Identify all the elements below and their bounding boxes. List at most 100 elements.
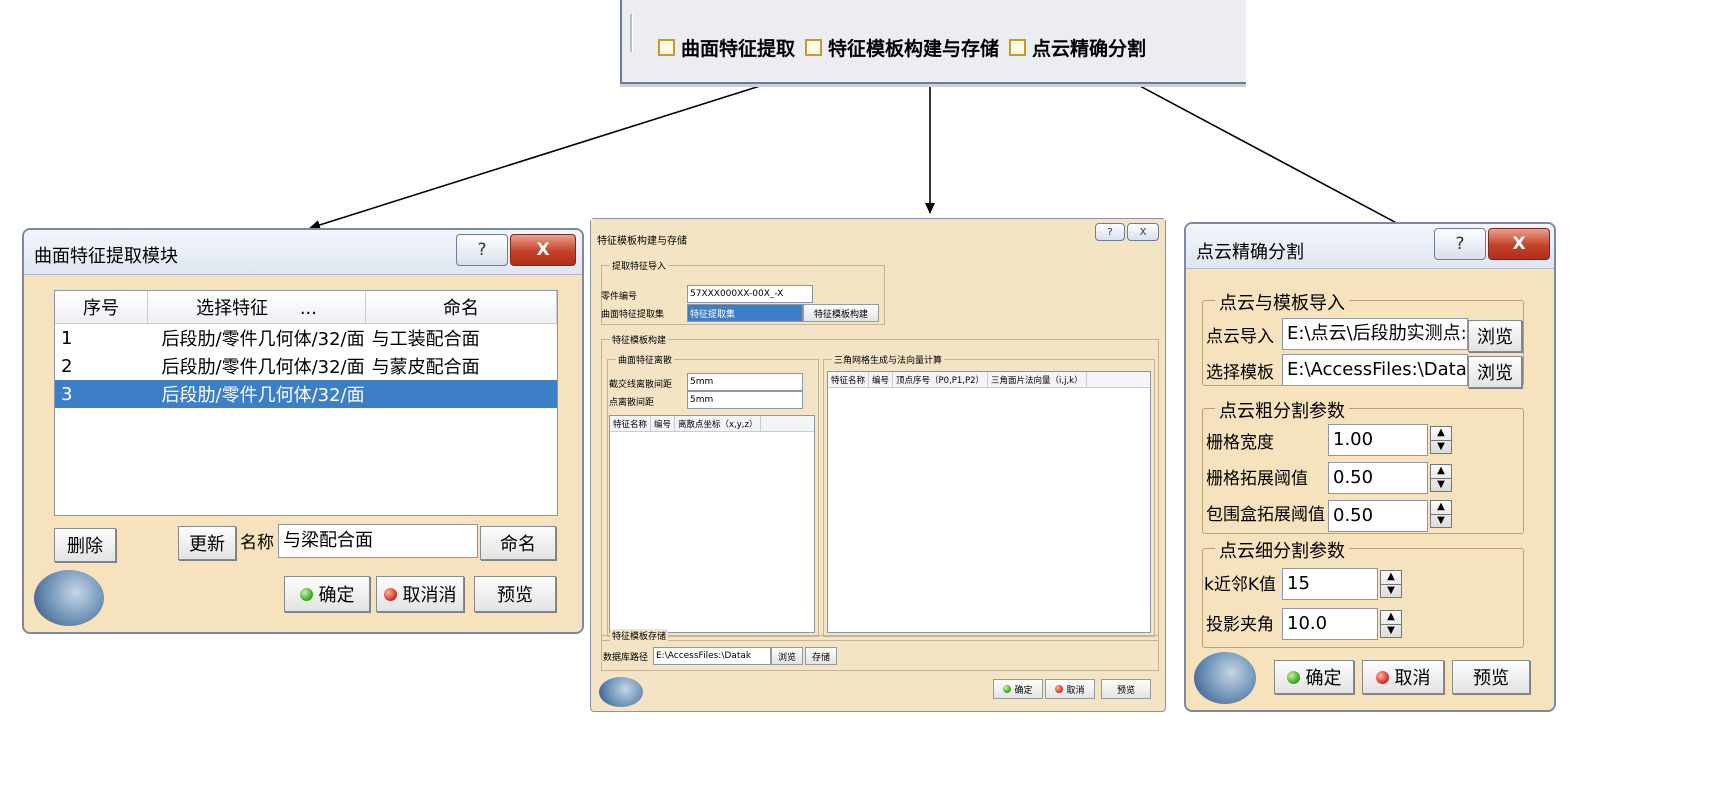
title-bar[interactable]: 特征模板构建与存储 ? X: [591, 219, 1165, 253]
column-feature-name[interactable]: 特征名称: [828, 372, 870, 387]
column-feature-label: 选择特征: [196, 298, 269, 319]
angle-field[interactable]: 10.0: [1282, 608, 1378, 640]
title-bar[interactable]: 曲面特征提取模块 ? X: [24, 230, 582, 275]
ok-label: 确定: [1014, 685, 1033, 696]
toolbar-item-point-cloud-segmentation[interactable]: 点云精确分割: [1009, 34, 1146, 61]
group-title: 特征模板存储: [610, 629, 669, 642]
group-title: 点云细分割参数: [1215, 537, 1349, 563]
column-number[interactable]: 编号: [651, 416, 676, 431]
update-button[interactable]: 更新: [178, 526, 236, 560]
bbox-expand-field[interactable]: 0.50: [1328, 500, 1428, 532]
list-row-selected[interactable]: 3 后段肋/零件几何体/32/面: [55, 380, 557, 408]
ok-button[interactable]: 确定: [993, 679, 1043, 699]
column-number[interactable]: 编号: [869, 372, 894, 387]
cancel-button[interactable]: 取消: [1362, 660, 1444, 694]
help-button[interactable]: ?: [1434, 228, 1486, 260]
group-title: 点云粗分割参数: [1215, 397, 1349, 423]
toolbar-item-surface-extraction[interactable]: 曲面特征提取: [658, 34, 795, 61]
grid-width-stepper[interactable]: ▲ ▼: [1430, 426, 1452, 454]
discrete-point-table[interactable]: 特征名称 编号 离散点坐标（x,y,z）: [609, 415, 815, 633]
grid-expand-label: 栅格拓展阈值: [1206, 469, 1308, 489]
cancel-button[interactable]: 取消: [1045, 679, 1095, 699]
point-cloud-segmentation-icon: [1009, 39, 1027, 56]
title-bar[interactable]: 点云精确分割 ? X: [1186, 224, 1554, 269]
help-button[interactable]: ?: [1095, 223, 1125, 241]
preview-button[interactable]: 预览: [1452, 660, 1530, 694]
toolbar-item-label: 点云精确分割: [1032, 38, 1147, 60]
stepper-down-icon[interactable]: ▼: [1431, 479, 1451, 492]
row-feature: 后段肋/零件几何体/32/面: [147, 380, 366, 408]
line-spacing-field[interactable]: 5mm: [687, 373, 803, 391]
cancel-icon: [383, 587, 397, 601]
group-title: 点云与模板导入: [1215, 289, 1349, 315]
ok-button[interactable]: 确定: [284, 576, 370, 612]
stepper-up-icon[interactable]: ▲: [1431, 427, 1451, 441]
stepper-down-icon[interactable]: ▼: [1381, 585, 1401, 598]
ok-icon: [1003, 685, 1012, 693]
ok-icon: [299, 587, 313, 601]
ok-button[interactable]: 确定: [1274, 660, 1354, 694]
stepper-up-icon[interactable]: ▲: [1381, 611, 1401, 625]
stepper-up-icon[interactable]: ▲: [1431, 465, 1451, 479]
group-title: 特征模板构建: [610, 333, 669, 346]
column-coordinates[interactable]: 离散点坐标（x,y,z）: [675, 416, 762, 431]
cloud-import-field[interactable]: E:\点云\后段肋实测点:: [1282, 318, 1468, 350]
cancel-label: 取消: [1066, 685, 1085, 696]
mesh-table[interactable]: 特征名称 编号 顶点序号（P0,P1,P2） 三角面片法向量（i,j,k）: [827, 371, 1151, 633]
list-row[interactable]: 2 后段肋/零件几何体/32/面 与蒙皮配合面: [55, 352, 557, 380]
preview-button[interactable]: 预览: [1101, 679, 1151, 699]
catia-logo-icon: [34, 570, 104, 626]
point-spacing-field[interactable]: 5mm: [687, 391, 803, 409]
stepper-up-icon[interactable]: ▲: [1431, 501, 1451, 515]
build-template-button[interactable]: 特征模板构建: [803, 304, 879, 322]
select-template-field[interactable]: E:\AccessFiles:\Datak: [1282, 354, 1468, 386]
catia-logo-icon: [1194, 652, 1256, 704]
stepper-down-icon[interactable]: ▼: [1431, 441, 1451, 454]
stepper-up-icon[interactable]: ▲: [1381, 571, 1401, 585]
table-header: 特征名称 编号 离散点坐标（x,y,z）: [610, 416, 814, 432]
knn-field[interactable]: 15: [1282, 568, 1378, 600]
save-button[interactable]: 存储: [805, 647, 837, 665]
column-feature-name[interactable]: 特征名称: [610, 416, 652, 431]
column-normal-vector[interactable]: 三角面片法向量（i,j,k）: [988, 372, 1087, 387]
column-index[interactable]: 序号: [55, 291, 148, 324]
list-row[interactable]: 1 后段肋/零件几何体/32/面 与工装配合面: [55, 324, 557, 353]
help-button[interactable]: ?: [456, 234, 508, 266]
browse-button[interactable]: 浏览: [771, 647, 803, 665]
grid-expand-stepper[interactable]: ▲ ▼: [1430, 464, 1452, 492]
cloud-import-label: 点云导入: [1206, 327, 1274, 347]
feature-list[interactable]: 序号 选择特征 ... 命名 1 后段肋/零件几何体/32/面 与工装配合面 2…: [54, 290, 558, 516]
toolbar-item-template-build[interactable]: 特征模板构建与存储: [805, 34, 999, 61]
column-name[interactable]: 命名: [365, 291, 557, 324]
template-build-icon: [805, 39, 823, 56]
knn-stepper[interactable]: ▲ ▼: [1380, 570, 1402, 598]
bbox-expand-stepper[interactable]: ▲ ▼: [1430, 500, 1452, 528]
toolbar-item-label: 曲面特征提取: [681, 38, 796, 60]
part-no-field[interactable]: 57XXX000XX-00X_-X: [687, 285, 813, 303]
rename-button[interactable]: 命名: [480, 526, 556, 560]
column-feature[interactable]: 选择特征 ...: [147, 291, 367, 324]
stepper-down-icon[interactable]: ▼: [1381, 625, 1401, 638]
browse-template-button[interactable]: 浏览: [1468, 356, 1522, 388]
name-field[interactable]: 与梁配合面: [278, 524, 478, 558]
close-button[interactable]: X: [1127, 223, 1159, 241]
angle-stepper[interactable]: ▲ ▼: [1380, 610, 1402, 638]
row-index: 1: [61, 327, 73, 349]
ok-icon: [1286, 670, 1300, 684]
select-template-label: 选择模板: [1206, 363, 1274, 383]
grid-width-field[interactable]: 1.00: [1328, 424, 1428, 456]
row-name: 与工装配合面: [371, 329, 480, 350]
column-vertex-index[interactable]: 顶点序号（P0,P1,P2）: [893, 372, 989, 387]
surface-set-field[interactable]: 特征提取集: [687, 304, 803, 322]
cancel-button[interactable]: 取消消: [376, 576, 464, 612]
close-button[interactable]: X: [510, 234, 576, 266]
db-path-field[interactable]: E:\AccessFiles:\Datak: [653, 647, 771, 665]
close-button[interactable]: X: [1488, 228, 1550, 260]
toolbar-grip[interactable]: [630, 14, 633, 52]
preview-button[interactable]: 预览: [474, 576, 556, 612]
browse-cloud-button[interactable]: 浏览: [1468, 320, 1522, 352]
grid-expand-field[interactable]: 0.50: [1328, 462, 1428, 494]
row-index: 2: [61, 355, 73, 377]
delete-button[interactable]: 删除: [54, 528, 116, 562]
stepper-down-icon[interactable]: ▼: [1431, 515, 1451, 528]
